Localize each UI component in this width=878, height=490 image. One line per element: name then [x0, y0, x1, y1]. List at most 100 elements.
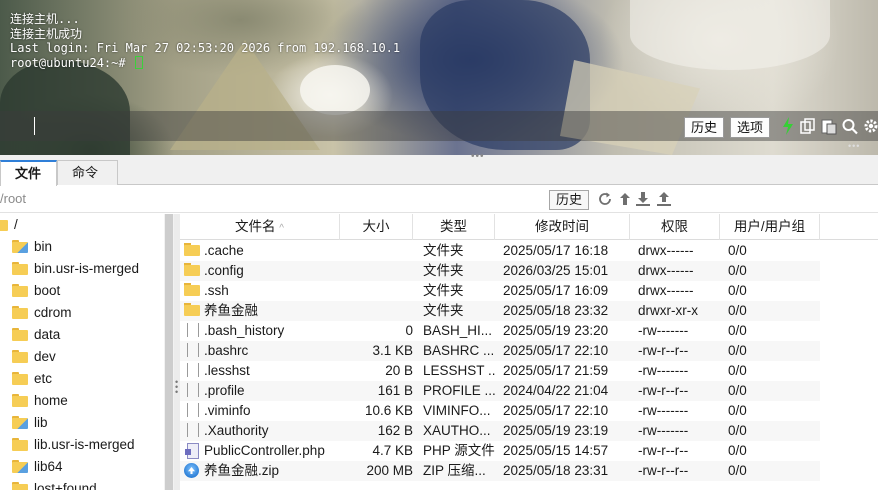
tree-item[interactable]: boot — [12, 280, 60, 302]
tree-item[interactable]: bin — [12, 236, 52, 258]
file-row[interactable]: .ssh 文件夹 2025/05/17 16:09 drwx------ 0/0 — [180, 281, 820, 301]
file-row[interactable]: .profile 161 B PROFILE ... 2024/04/22 21:04… — [180, 381, 820, 401]
folder-icon — [12, 328, 28, 341]
file-type-cell: 文件夹 — [423, 243, 464, 258]
gear-icon[interactable] — [862, 116, 878, 136]
tree-item[interactable]: dev — [12, 346, 56, 368]
tree-item-label: lib.usr-is-merged — [34, 437, 135, 452]
download-icon[interactable] — [635, 191, 651, 207]
file-mtime-cell: 2025/05/19 23:20 — [503, 323, 609, 338]
file-name: .bashrc — [204, 343, 249, 358]
file-owner-cell: 0/0 — [728, 283, 747, 298]
tree-item-label: dev — [34, 349, 56, 364]
tree-item[interactable]: lib.usr-is-merged — [12, 434, 135, 456]
folder-icon — [12, 262, 28, 275]
column-header-label: 文件名 — [235, 219, 276, 234]
column-header-name[interactable]: 文件名 ^ — [180, 214, 340, 240]
file-name: .ssh — [204, 283, 229, 298]
tab-commands[interactable]: 命令 — [57, 160, 118, 185]
tree-item[interactable]: lib64 — [12, 456, 63, 478]
file-row[interactable]: .bashrc 3.1 KB BASHRC ... 2025/05/17 22:10 -… — [180, 341, 820, 361]
directory-tree[interactable]: / bin bin.usr-is-merged boot cdrom data … — [0, 214, 174, 490]
tree-item[interactable]: bin.usr-is-merged — [12, 258, 139, 280]
file-perm-cell: -rw-r--r-- — [638, 343, 689, 358]
terminal-output[interactable]: 连接主机... 连接主机成功 Last login: Fri Mar 27 02:5… — [10, 12, 400, 70]
file-size-cell — [340, 261, 413, 281]
file-row[interactable]: .config 文件夹 2026/03/25 15:01 drwx------ 0/0 — [180, 261, 820, 281]
file-name: .config — [204, 263, 244, 278]
file-type-cell: VIMINFO... — [423, 403, 491, 418]
tree-item[interactable]: etc — [12, 368, 52, 390]
terminal-line: 连接主机... — [10, 12, 80, 26]
file-size-cell: 4.7 KB — [372, 443, 413, 458]
tree-item[interactable]: data — [12, 324, 60, 346]
path-history-button[interactable]: 历史 — [549, 190, 590, 210]
column-header-size[interactable]: 大小 — [340, 214, 413, 240]
file-row[interactable]: .Xauthority 162 B XAUTHO... 2025/05/19 23:1… — [180, 421, 820, 441]
file-type-cell: BASHRC ... — [423, 343, 495, 358]
folder-link-icon — [12, 240, 28, 253]
file-mtime-cell: 2025/05/17 22:10 — [503, 403, 609, 418]
file-name: .cache — [204, 243, 244, 258]
paste-icon[interactable] — [820, 116, 838, 136]
file-row[interactable]: .bash_history 0 BASH_HI... 2025/05/19 23:20… — [180, 321, 820, 341]
file-size-cell: 200 MB — [366, 463, 413, 478]
file-type-cell: PROFILE ... — [423, 383, 495, 398]
folder-icon — [0, 218, 8, 231]
folder-link-icon — [12, 460, 28, 473]
file-size-cell: 0 — [405, 323, 413, 338]
column-header-type[interactable]: 类型 — [413, 214, 495, 240]
file-owner-cell: 0/0 — [728, 263, 747, 278]
pane-splitter-grip-icon[interactable]: • • • — [175, 378, 179, 397]
column-header-owner[interactable]: 用户/用户组 — [720, 214, 820, 240]
tab-files[interactable]: 文件 — [0, 160, 57, 186]
column-header-perm[interactable]: 权限 — [630, 214, 720, 240]
file-row[interactable]: .viminfo 10.6 KB VIMINFO... 2025/05/17 22:1… — [180, 401, 820, 421]
file-type-cell: BASH_HI... — [423, 323, 493, 338]
file-name: .lesshst — [204, 363, 250, 378]
tree-item-root[interactable]: / — [0, 214, 18, 236]
search-icon[interactable] — [841, 116, 859, 136]
tree-item-label: data — [34, 327, 61, 342]
parent-dir-icon[interactable] — [617, 191, 633, 207]
lightning-icon[interactable] — [779, 116, 797, 136]
zip-icon — [184, 463, 200, 478]
file-type-cell: 文件夹 — [423, 303, 464, 318]
file-row[interactable]: 养鱼金融.zip 200 MB ZIP 压缩... 2025/05/18 23:31 -… — [180, 461, 820, 481]
file-row[interactable]: .cache 文件夹 2025/05/17 16:18 drwx------ 0/0 — [180, 241, 820, 261]
tree-item[interactable]: lib — [12, 412, 48, 434]
file-perm-cell: -rw-r--r-- — [638, 383, 689, 398]
file-row[interactable]: .lesshst 20 B LESSHST ... 2025/05/17 21:59 -… — [180, 361, 820, 381]
terminal-options-button[interactable]: 选项 — [730, 117, 771, 138]
file-name: .viminfo — [204, 403, 251, 418]
path-bar: /root 历史 — [0, 186, 878, 213]
file-type-cell: LESSHST ... — [423, 363, 495, 378]
file-name: 养鱼金融.zip — [204, 463, 280, 478]
tab-bar: 文件 命令 — [0, 160, 878, 186]
copy-icon[interactable] — [799, 116, 817, 136]
file-row[interactable]: 养鱼金融 文件夹 2025/05/18 23:32 drwxr-xr-x 0/0 — [180, 301, 820, 321]
terminal-cursor — [134, 55, 143, 69]
refresh-icon[interactable] — [597, 191, 613, 207]
folder-icon — [184, 303, 200, 317]
column-header-mtime[interactable]: 修改时间 — [495, 214, 630, 240]
upload-icon[interactable] — [656, 191, 672, 207]
file-type-cell: ZIP 压缩... — [423, 463, 486, 478]
tree-item-label: bin — [34, 239, 53, 254]
tree-item[interactable]: cdrom — [12, 302, 72, 324]
file-row[interactable]: PublicController.php 4.7 KB PHP 源文件 2025/05… — [180, 441, 820, 461]
terminal-history-button[interactable]: 历史 — [684, 117, 725, 138]
wallpaper-shape — [300, 65, 370, 115]
path-input[interactable]: /root — [0, 191, 26, 206]
file-icon — [184, 363, 200, 377]
file-mtime-cell: 2025/05/15 14:57 — [503, 443, 609, 458]
tree-item[interactable]: lost+found — [12, 478, 97, 490]
file-owner-cell: 0/0 — [728, 383, 747, 398]
folder-icon — [12, 372, 28, 385]
file-list[interactable]: 文件名 ^ 大小 类型 修改时间 权限 用户/用户组 .cache 文件夹 2025… — [180, 214, 878, 490]
file-owner-cell: 0/0 — [728, 343, 747, 358]
tree-item[interactable]: home — [12, 390, 68, 412]
file-size-cell: 3.1 KB — [372, 343, 413, 358]
tree-scrollbar-thumb[interactable] — [165, 214, 173, 490]
file-mtime-cell: 2025/05/19 23:19 — [503, 423, 609, 438]
